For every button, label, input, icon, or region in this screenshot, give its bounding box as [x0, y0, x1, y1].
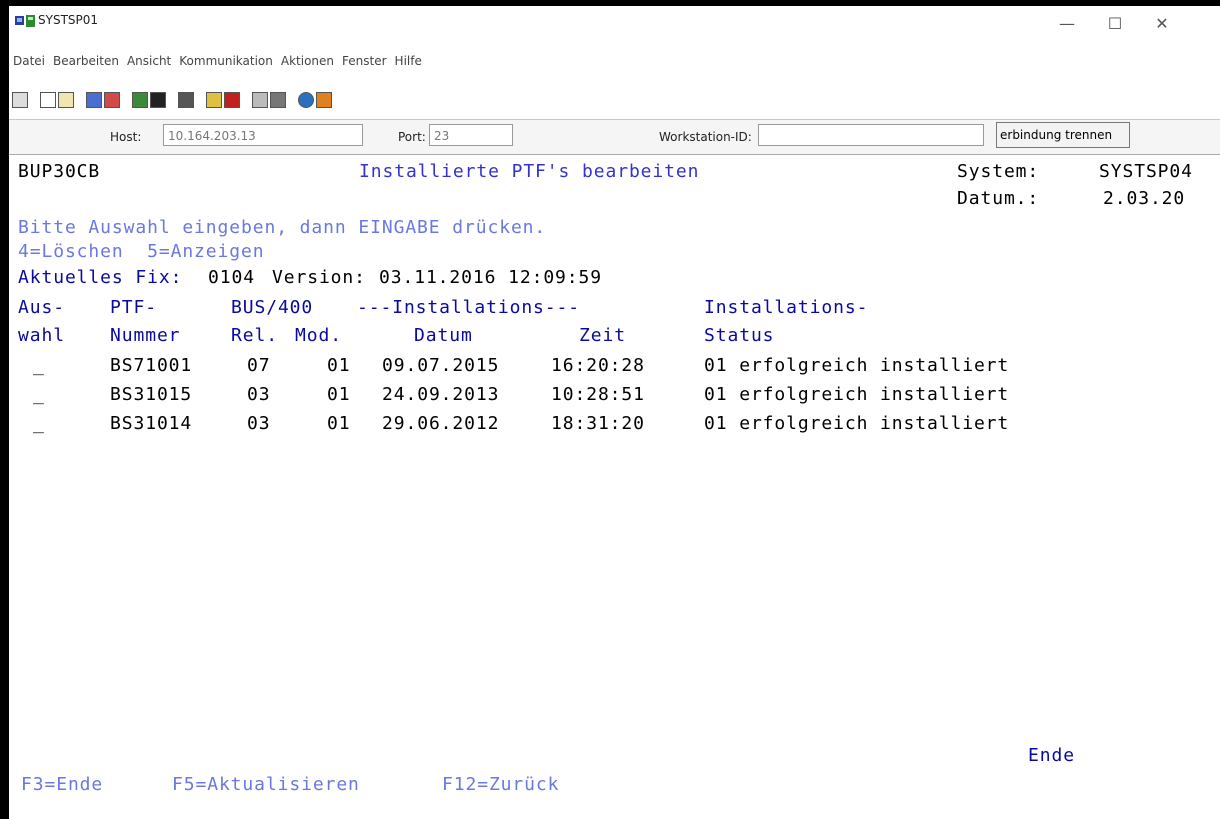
app-icon	[15, 15, 35, 27]
menu-bearbeiten[interactable]: Bearbeiten	[49, 54, 123, 68]
menu-aktionen[interactable]: Aktionen	[277, 54, 338, 68]
fix-label: Aktuelles Fix:	[18, 267, 183, 288]
date-label: Datum.:	[957, 188, 1040, 209]
host-field[interactable]: 10.164.203.13	[163, 124, 363, 146]
end-indicator: Ende	[1028, 745, 1075, 766]
menu-ansicht[interactable]: Ansicht	[123, 54, 175, 68]
disconnect-button[interactable]: erbindung trennen	[996, 122, 1130, 148]
title-bar: SYSTSP01 — ☐ ✕	[9, 6, 1220, 46]
terminal-screen: BUP30CB Installierte PTF's bearbeiten Sy…	[9, 158, 1220, 819]
col-header-install-1: ---Installations---	[357, 297, 581, 318]
row-2-rel: 03	[247, 384, 271, 405]
row-3-time: 18:31:20	[551, 413, 645, 434]
row-3-status: 01 erfolgreich installiert	[704, 413, 1010, 434]
col-header-status-2: Status	[704, 325, 775, 346]
fix-value: 0104	[208, 267, 255, 288]
options-text: 4=Löschen 5=Anzeigen	[18, 241, 265, 262]
display-icon[interactable]	[132, 92, 148, 108]
col-header-mod: Mod.	[295, 325, 342, 346]
workstation-field[interactable]	[758, 124, 984, 146]
window-title: SYSTSP01	[38, 13, 99, 27]
row-1-select-field[interactable]: _	[33, 355, 45, 377]
send-file-icon[interactable]	[86, 92, 102, 108]
row-1-rel: 07	[247, 355, 271, 376]
globe-icon[interactable]	[298, 92, 314, 108]
print-screen-icon[interactable]	[12, 92, 28, 108]
port-label: Port:	[398, 130, 426, 144]
fkey-f3[interactable]: F3=Ende	[21, 774, 103, 796]
row-3-select-field[interactable]: _	[33, 413, 45, 435]
port-field[interactable]: 23	[429, 124, 513, 146]
workstation-label: Workstation-ID:	[659, 130, 752, 144]
minimize-button[interactable]: —	[1049, 12, 1085, 34]
col-header-status-1: Installations-	[704, 297, 869, 318]
row-1-ptf: BS71001	[110, 355, 193, 376]
fkey-f5[interactable]: F5=Aktualisieren	[172, 774, 360, 796]
col-header-ptf-1: PTF-	[110, 297, 157, 318]
program-name: BUP30CB	[18, 161, 101, 182]
macro-icon[interactable]	[178, 92, 194, 108]
menu-kommunikation[interactable]: Kommunikation	[175, 54, 277, 68]
col-header-ptf-2: Nummer	[110, 325, 181, 346]
row-2-status: 01 erfolgreich installiert	[704, 384, 1010, 405]
col-header-bus-1: BUS/400	[231, 297, 314, 318]
system-label: System:	[957, 161, 1040, 182]
col-header-sel-1: Aus-	[18, 297, 65, 318]
row-1-status: 01 erfolgreich installiert	[704, 355, 1010, 376]
emulator-window: SYSTSP01 — ☐ ✕ Datei Bearbeiten Ansicht …	[9, 6, 1220, 819]
copy-icon[interactable]	[40, 92, 56, 108]
row-3-mod: 01	[327, 413, 351, 434]
row-2-time: 10:28:51	[551, 384, 645, 405]
row-3-rel: 03	[247, 413, 271, 434]
row-1-date: 09.07.2015	[382, 355, 500, 376]
menu-hilfe[interactable]: Hilfe	[391, 54, 426, 68]
col-header-rel: Rel.	[231, 325, 278, 346]
record-macro-icon[interactable]	[206, 92, 222, 108]
col-header-sel-2: wahl	[18, 325, 65, 346]
pause-macro-icon[interactable]	[270, 92, 286, 108]
toolbar	[9, 86, 1220, 114]
play-macro-icon[interactable]	[252, 92, 268, 108]
row-2-date: 24.09.2013	[382, 384, 500, 405]
version-label: Version:	[272, 267, 366, 288]
keyboard-icon[interactable]	[150, 92, 166, 108]
row-2-select-field[interactable]: _	[33, 384, 45, 406]
edit-icon[interactable]	[316, 92, 332, 108]
row-3-ptf: BS31014	[110, 413, 193, 434]
system-value: SYSTSP04	[1099, 161, 1193, 182]
col-header-date: Datum	[414, 325, 473, 346]
row-2-ptf: BS31015	[110, 384, 193, 405]
row-1-time: 16:20:28	[551, 355, 645, 376]
receive-file-icon[interactable]	[104, 92, 120, 108]
stop-macro-icon[interactable]	[224, 92, 240, 108]
menu-datei[interactable]: Datei	[9, 54, 49, 68]
instruction-text: Bitte Auswahl eingeben, dann EINGABE drü…	[18, 217, 547, 238]
row-2-mod: 01	[327, 384, 351, 405]
host-label: Host:	[110, 130, 142, 144]
col-header-time: Zeit	[579, 325, 626, 346]
date-value: 2.03.20	[1103, 188, 1186, 209]
row-1-mod: 01	[327, 355, 351, 376]
close-button[interactable]: ✕	[1144, 12, 1180, 34]
screen-title: Installierte PTF's bearbeiten	[359, 161, 700, 182]
connection-bar: Host: 10.164.203.13 Port: 23 Workstation…	[9, 119, 1220, 155]
fkey-f12[interactable]: F12=Zurück	[442, 774, 559, 796]
version-value: 03.11.2016 12:09:59	[379, 267, 603, 288]
menu-fenster[interactable]: Fenster	[338, 54, 391, 68]
maximize-button[interactable]: ☐	[1097, 12, 1133, 34]
menu-bar: Datei Bearbeiten Ansicht Kommunikation A…	[9, 51, 426, 71]
paste-icon[interactable]	[58, 92, 74, 108]
row-3-date: 29.06.2012	[382, 413, 500, 434]
